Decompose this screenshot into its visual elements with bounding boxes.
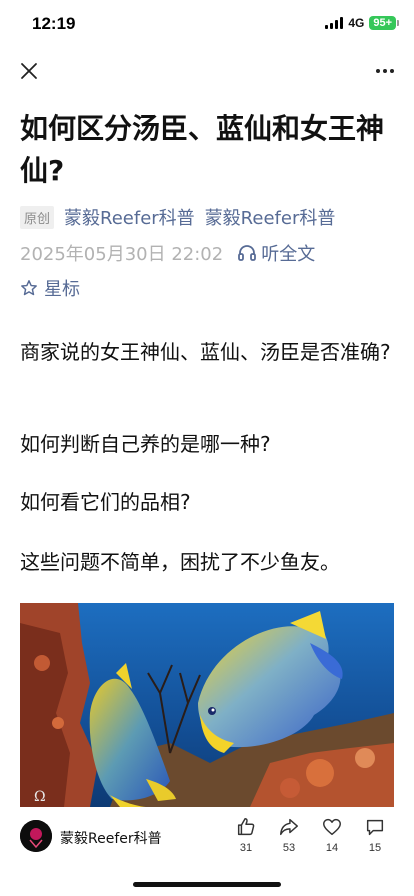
paragraph-4: 这些问题不简单，困扰了不少鱼友。 bbox=[20, 550, 340, 574]
star-label: 星标 bbox=[44, 279, 80, 300]
article-date-row: 2025年05月30日 22:02 听全文 bbox=[20, 240, 315, 266]
bottom-bar: 蒙毅Reefer科普 31 53 14 15 bbox=[0, 808, 414, 868]
close-icon bbox=[21, 63, 37, 79]
status-time: 12:19 bbox=[32, 14, 76, 33]
share-icon bbox=[280, 818, 298, 836]
avatar-icon bbox=[20, 820, 52, 852]
heart-icon bbox=[323, 818, 341, 836]
bottom-author-name[interactable]: 蒙毅Reefer科普 bbox=[60, 828, 162, 848]
article-image[interactable]: Ω bbox=[20, 603, 394, 807]
comment-icon bbox=[366, 819, 384, 836]
avatar[interactable] bbox=[20, 820, 52, 852]
headphones-icon bbox=[238, 245, 257, 261]
share-count: 53 bbox=[282, 842, 296, 854]
comment-button[interactable]: 15 bbox=[355, 816, 395, 854]
image-watermark: Ω bbox=[34, 789, 46, 805]
like-count: 31 bbox=[239, 842, 253, 854]
angelfish-photo: Ω bbox=[20, 603, 394, 807]
favorite-button[interactable]: 14 bbox=[312, 816, 352, 854]
more-button[interactable] bbox=[372, 58, 398, 84]
share-button[interactable]: 53 bbox=[269, 816, 309, 854]
listen-label: 听全文 bbox=[261, 244, 316, 265]
top-nav bbox=[0, 54, 414, 88]
account-link[interactable]: 蒙毅Reefer科普 bbox=[205, 204, 336, 230]
star-icon bbox=[21, 280, 37, 296]
comment-count: 15 bbox=[368, 842, 382, 854]
status-bar: 12:19 4G 95+ bbox=[0, 0, 414, 50]
listen-button[interactable]: 听全文 bbox=[237, 240, 315, 266]
battery-icon: 95+ bbox=[369, 16, 399, 30]
star-button[interactable]: 星标 bbox=[20, 275, 80, 301]
original-tag: 原创 bbox=[20, 205, 55, 229]
thumbs-up-icon bbox=[237, 818, 255, 836]
status-indicators: 4G 95+ bbox=[325, 16, 399, 30]
more-icon bbox=[376, 69, 380, 73]
paragraph-3: 如何看它们的品相? bbox=[20, 490, 191, 514]
article-meta: 原创 蒙毅Reefer科普 蒙毅Reefer科普 bbox=[20, 204, 335, 230]
paragraph-2: 如何判断自己养的是哪一种? bbox=[20, 432, 271, 456]
home-indicator[interactable] bbox=[133, 882, 281, 887]
like-button[interactable]: 31 bbox=[226, 816, 266, 854]
author-link[interactable]: 蒙毅Reefer科普 bbox=[64, 204, 195, 230]
paragraph-1: 商家说的女王神仙、蓝仙、汤臣是否准确? bbox=[20, 340, 391, 364]
signal-icon bbox=[325, 17, 344, 29]
network-type: 4G bbox=[348, 16, 365, 30]
favorite-count: 14 bbox=[325, 842, 339, 854]
close-button[interactable] bbox=[16, 58, 42, 84]
article-title: 如何区分汤臣、蓝仙和女王神仙? bbox=[20, 112, 385, 187]
publish-date: 2025年05月30日 22:02 bbox=[20, 244, 224, 265]
